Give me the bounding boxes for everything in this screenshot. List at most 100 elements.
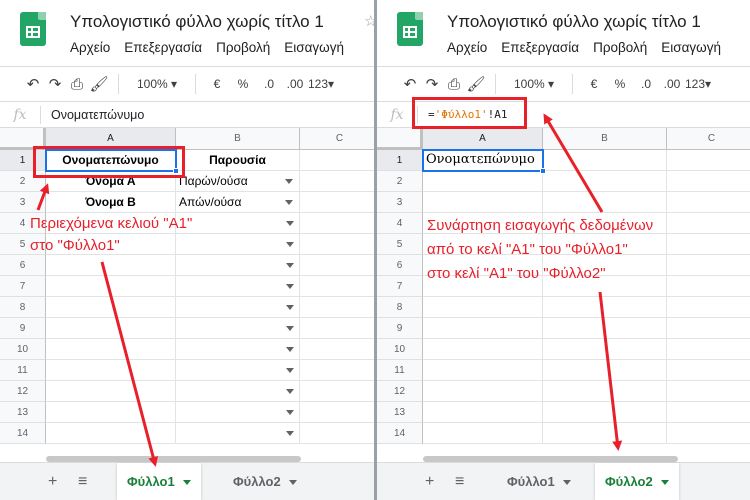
grid-cell[interactable] [423,318,543,339]
grid-cell[interactable] [300,402,374,423]
undo-icon[interactable]: ↶ [399,75,421,93]
menu-insert[interactable]: Εισαγωγή [284,40,344,55]
grid-cell[interactable] [543,381,667,402]
menu-view[interactable]: Προβολή [216,40,270,55]
more-formats-button[interactable]: 123▾ [685,77,711,91]
cell-a1[interactable]: Ονοματεπώνυμο [46,150,176,171]
row-header[interactable]: 13 [377,402,423,423]
tab-sheet1[interactable]: Φύλλο1 [117,463,201,500]
grid-cell[interactable] [543,192,667,213]
column-header-b[interactable]: B [176,128,300,150]
tab-sheet1[interactable]: Φύλλο1 [497,463,581,500]
row-header[interactable]: 2 [377,171,423,192]
grid-cell[interactable] [543,402,667,423]
grid-cell[interactable] [176,213,300,234]
zoom-select[interactable]: 100% ▾ [127,77,187,91]
tab-menu-caret-icon[interactable] [288,480,297,486]
grid-cell[interactable] [667,423,750,444]
row-header[interactable]: 7 [377,276,423,297]
grid-cell[interactable] [176,381,300,402]
all-sheets-icon[interactable]: ≡ [455,473,464,491]
tab-menu-caret-icon[interactable] [562,480,571,486]
zoom-select[interactable]: 100% ▾ [504,77,564,91]
menu-edit[interactable]: Επεξεργασία [501,40,579,55]
grid-cell[interactable] [176,339,300,360]
row-header[interactable]: 11 [377,360,423,381]
grid-cell[interactable] [300,150,374,171]
column-header-a[interactable]: A [423,128,543,150]
add-sheet-icon[interactable]: + [425,473,434,491]
increase-decimal-button[interactable]: .00 [282,77,308,91]
dropdown-arrow-icon[interactable] [286,263,294,268]
dropdown-arrow-icon[interactable] [286,389,294,394]
grid-cell[interactable] [176,234,300,255]
menu-insert[interactable]: Εισαγωγή [661,40,721,55]
row-header[interactable]: 12 [377,381,423,402]
dropdown-arrow-icon[interactable] [286,221,294,226]
cell-a3[interactable]: Όνομα Β [46,192,176,213]
grid-cell[interactable] [300,360,374,381]
column-header-c[interactable]: C [667,128,750,150]
cell-b2[interactable]: Παρών/ούσα [176,171,300,192]
cell-b1[interactable]: Παρουσία [176,150,300,171]
row-header[interactable]: 8 [377,297,423,318]
grid-cell[interactable] [423,171,543,192]
grid-cell[interactable] [300,192,374,213]
redo-icon[interactable]: ↷ [421,75,443,93]
grid-cell[interactable] [300,318,374,339]
currency-format-button[interactable]: € [581,77,607,91]
tab-sheet2[interactable]: Φύλλο2 [595,463,679,500]
grid-cell[interactable] [46,402,176,423]
paint-format-icon[interactable]: 🖌 [465,75,487,93]
paint-format-icon[interactable]: 🖌 [88,75,110,93]
grid-cell[interactable] [176,318,300,339]
dropdown-arrow-icon[interactable] [286,410,294,415]
column-header-c[interactable]: C [300,128,374,150]
dropdown-arrow-icon[interactable] [286,305,294,310]
grid-cell[interactable] [300,339,374,360]
grid-cell[interactable] [46,423,176,444]
grid-cell[interactable] [543,171,667,192]
grid-cell[interactable] [300,423,374,444]
grid-cell[interactable] [543,318,667,339]
redo-icon[interactable]: ↷ [44,75,66,93]
grid-cell[interactable] [543,297,667,318]
row-header[interactable]: 5 [377,234,423,255]
grid-cell[interactable] [667,234,750,255]
grid-cell[interactable] [423,297,543,318]
sheets-logo-icon[interactable] [20,12,46,46]
grid-cell[interactable] [667,402,750,423]
row-header[interactable]: 6 [0,255,46,276]
grid-cell[interactable] [423,360,543,381]
row-header[interactable]: 9 [0,318,46,339]
grid-cell[interactable] [667,213,750,234]
grid-cell[interactable] [667,318,750,339]
decrease-decimal-button[interactable]: .0 [256,77,282,91]
grid-cell[interactable] [543,423,667,444]
all-sheets-icon[interactable]: ≡ [78,473,87,491]
tab-menu-caret-icon[interactable] [660,480,669,486]
percent-format-button[interactable]: % [607,77,633,91]
menu-edit[interactable]: Επεξεργασία [124,40,202,55]
add-sheet-icon[interactable]: + [48,473,57,491]
row-header[interactable]: 6 [377,255,423,276]
grid-cell[interactable] [667,276,750,297]
cell-a1[interactable]: Ονοματεπώνυμο [423,150,543,171]
dropdown-arrow-icon[interactable] [286,347,294,352]
grid-cell[interactable] [300,276,374,297]
grid-cell[interactable] [176,423,300,444]
menu-view[interactable]: Προβολή [593,40,647,55]
grid-cell[interactable] [46,381,176,402]
grid-cell[interactable] [46,360,176,381]
row-header[interactable]: 4 [377,213,423,234]
grid-cell[interactable] [300,381,374,402]
percent-format-button[interactable]: % [230,77,256,91]
row-header[interactable]: 10 [377,339,423,360]
row-header[interactable]: 14 [0,423,46,444]
grid-cell[interactable] [667,192,750,213]
grid-cell[interactable] [667,297,750,318]
dropdown-arrow-icon[interactable] [285,179,293,184]
grid-cell[interactable] [46,318,176,339]
formula-input[interactable]: ='Φύλλο1'!A1 [428,108,507,121]
tab-sheet2[interactable]: Φύλλο2 [223,463,307,500]
